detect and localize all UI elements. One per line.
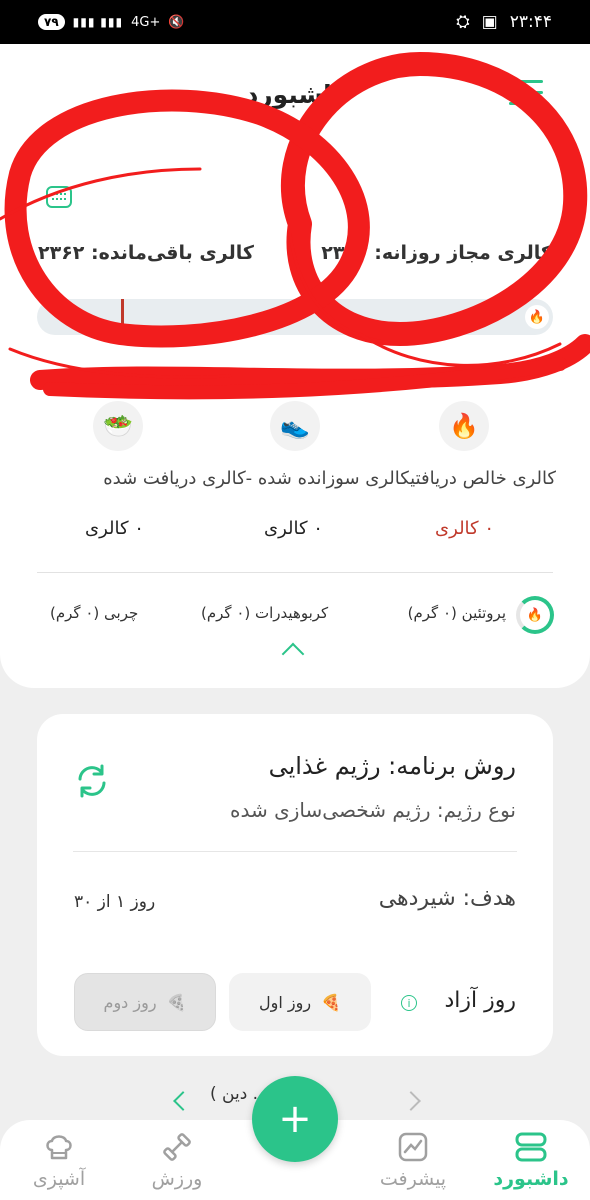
dumbbell-icon bbox=[122, 1130, 232, 1164]
first-day-label: روز اول bbox=[259, 992, 312, 1012]
clock: ۲۳:۴۴ bbox=[509, 12, 552, 32]
signal-icon: ▮▮▮ ▮▮▮ bbox=[72, 15, 124, 29]
status-bar: ۷۹ ▮▮▮ ▮▮▮ 4G+ 🔇 ⛭ ▣ ۲۳:۴۴ bbox=[0, 0, 590, 44]
collapse-chevron-icon[interactable] bbox=[281, 642, 305, 666]
divider bbox=[73, 851, 517, 852]
dashboard-icon bbox=[476, 1130, 586, 1164]
calorie-stat-labels: کالری خالص دریافتیکالری سوزانده شده -کال… bbox=[103, 468, 556, 489]
macro-ring-icon: 🔥 bbox=[516, 596, 554, 634]
divider bbox=[37, 572, 553, 573]
nav-cooking-label: آشپزی bbox=[32, 1168, 86, 1190]
pizza-icon: 🍕 bbox=[166, 992, 187, 1012]
chevron-right-icon[interactable] bbox=[401, 1091, 421, 1111]
nav-dashboard[interactable]: داشبورد bbox=[476, 1130, 586, 1190]
network-type: 4G+ bbox=[131, 14, 161, 30]
nav-exercise-label: ورزش bbox=[151, 1168, 203, 1190]
status-right: ⛭ ▣ ۲۳:۴۴ bbox=[456, 12, 552, 32]
pizza-icon: 🍕 bbox=[321, 992, 341, 1012]
refresh-icon[interactable] bbox=[73, 762, 111, 800]
first-free-day-button[interactable]: 🍕 روز اول bbox=[229, 973, 371, 1031]
plan-type: نوع رژیم: رژیم شخصی‌سازی شده bbox=[230, 798, 516, 822]
status-left: ۷۹ ▮▮▮ ▮▮▮ 4G+ 🔇 bbox=[38, 14, 185, 30]
add-button[interactable]: + bbox=[252, 1076, 338, 1162]
carbs-label: کربوهیدرات (۰ گرم) bbox=[201, 604, 329, 622]
mute-icon: 🔇 bbox=[168, 14, 185, 30]
net-calories-value: ۰ کالری bbox=[85, 518, 144, 539]
plan-day-counter: روز ۱ از ۳۰ bbox=[74, 892, 156, 912]
info-icon[interactable]: i bbox=[401, 995, 417, 1011]
fat-label: چربی (۰ گرم) bbox=[50, 604, 139, 622]
progress-marker bbox=[121, 299, 124, 335]
chef-hat-icon bbox=[4, 1130, 114, 1164]
nav-progress-label: پیشرفت bbox=[379, 1168, 447, 1190]
flame-icon: 🔥 bbox=[525, 305, 549, 329]
salad-bowl-icon: 🥗 bbox=[93, 401, 143, 451]
second-free-day-button[interactable]: 🍕 روز دوم bbox=[74, 973, 216, 1031]
app-notification-icon: ⛭ bbox=[456, 12, 470, 32]
chart-icon bbox=[358, 1130, 468, 1164]
received-calories-value: ۰ کالری bbox=[435, 518, 494, 539]
running-shoe-icon: 👟 bbox=[270, 401, 320, 451]
calendar-icon[interactable] bbox=[46, 186, 72, 208]
free-day-label: روز آزاد bbox=[444, 988, 516, 1013]
battery-indicator: ۷۹ bbox=[38, 14, 65, 30]
nav-cooking[interactable]: آشپزی bbox=[4, 1130, 114, 1190]
calorie-progress-bar: 🔥 bbox=[37, 299, 553, 335]
flame-icon: 🔥 bbox=[439, 401, 489, 451]
screenshot-icon: ▣ bbox=[481, 12, 498, 32]
second-day-label: روز دوم bbox=[103, 992, 157, 1012]
daily-allowed-calories: کالری مجاز روزانه: ۲۳۶۲ bbox=[321, 242, 552, 264]
burned-calories-value: ۰ کالری bbox=[264, 518, 323, 539]
calorie-summary-card: داشبورد کالری مجاز روزانه: ۲۳۶۲ کالری با… bbox=[0, 44, 590, 688]
plan-method: روش برنامه: رژیم غذایی bbox=[268, 752, 516, 780]
remaining-calories: کالری باقی‌مانده: ۲۳۶۲ bbox=[38, 242, 254, 264]
nav-progress[interactable]: پیشرفت bbox=[358, 1130, 468, 1190]
page-title: داشبورد bbox=[245, 80, 345, 109]
chevron-left-icon[interactable] bbox=[173, 1091, 193, 1111]
nav-dashboard-label: داشبورد bbox=[493, 1168, 569, 1190]
menu-icon[interactable] bbox=[509, 78, 543, 108]
diet-plan-card: روش برنامه: رژیم غذایی نوع رژیم: رژیم شخ… bbox=[37, 714, 553, 1056]
plan-goal: هدف: شیردهی bbox=[378, 886, 516, 911]
nav-exercise[interactable]: ورزش bbox=[122, 1130, 232, 1190]
protein-label: پروتئین (۰ گرم) bbox=[407, 604, 506, 622]
